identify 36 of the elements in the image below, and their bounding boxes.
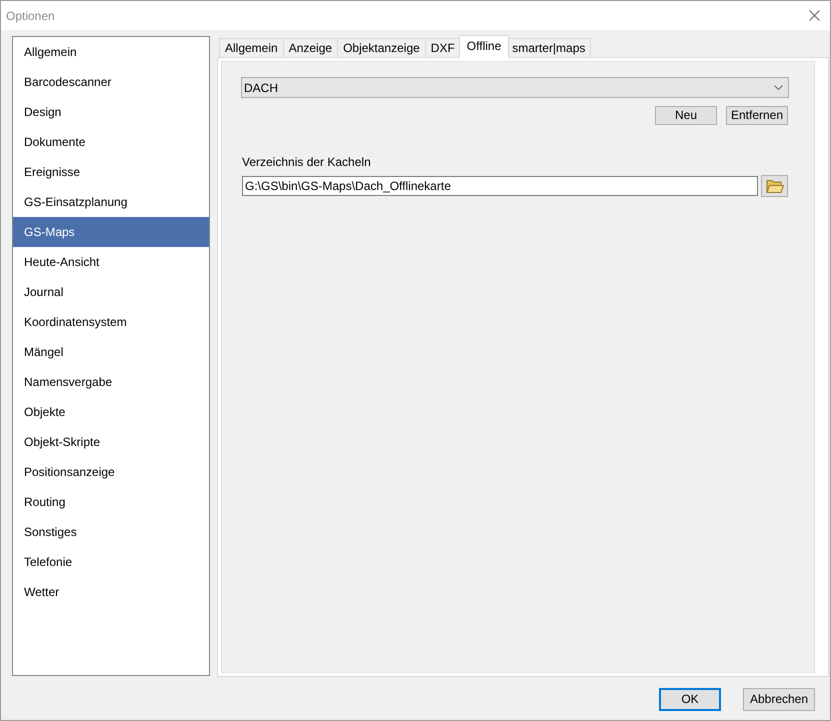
chevron-down-icon [774, 85, 783, 90]
tab[interactable]: smarter|maps [506, 38, 592, 57]
directory-field[interactable]: G:\GS\bin\GS-Maps\Dach_Offlinekarte [242, 176, 758, 196]
close-icon[interactable] [809, 10, 820, 21]
ok-button[interactable]: OK [659, 688, 721, 711]
tab[interactable]: Anzeige [282, 38, 338, 57]
category-item[interactable]: Routing [13, 487, 209, 517]
category-item[interactable]: Heute-Ansicht [13, 247, 209, 277]
browse-button[interactable] [761, 175, 788, 197]
tab[interactable]: Allgemein [219, 38, 284, 57]
category-item[interactable]: Design [13, 97, 209, 127]
category-item[interactable]: Journal [13, 277, 209, 307]
category-item[interactable]: Wetter [13, 577, 209, 607]
category-item[interactable]: Dokumente [13, 127, 209, 157]
category-item[interactable]: Telefonie [13, 547, 209, 577]
category-item[interactable]: Ereignisse [13, 157, 209, 187]
field-label: Verzeichnis der Kacheln [241, 155, 371, 169]
category-item[interactable]: GS-Einsatzplanung [13, 187, 209, 217]
category-item[interactable]: Barcodescanner [13, 67, 209, 97]
tab[interactable]: Objektanzeige [337, 38, 426, 57]
folder-icon [766, 178, 784, 194]
category-item[interactable]: GS-Maps [13, 217, 209, 247]
profile-dropdown[interactable]: DACH [241, 77, 789, 98]
category-item[interactable]: Positionsanzeige [13, 457, 209, 487]
tab[interactable]: Offline [458, 35, 510, 58]
category-item[interactable]: Mängel [13, 337, 209, 367]
category-item[interactable]: Objekte [13, 397, 209, 427]
category-item[interactable]: Objekt-Skripte [13, 427, 209, 457]
category-item[interactable]: Allgemein [13, 37, 209, 67]
cancel-button[interactable]: Abbrechen [743, 688, 815, 711]
new-button[interactable]: Neu [655, 106, 717, 125]
remove-button[interactable]: Entfernen [726, 106, 788, 125]
category-item[interactable]: Sonstiges [13, 517, 209, 547]
category-item[interactable]: Koordinatensystem [13, 307, 209, 337]
category-item[interactable]: Namensvergabe [13, 367, 209, 397]
window-title: Optionen [6, 8, 55, 22]
